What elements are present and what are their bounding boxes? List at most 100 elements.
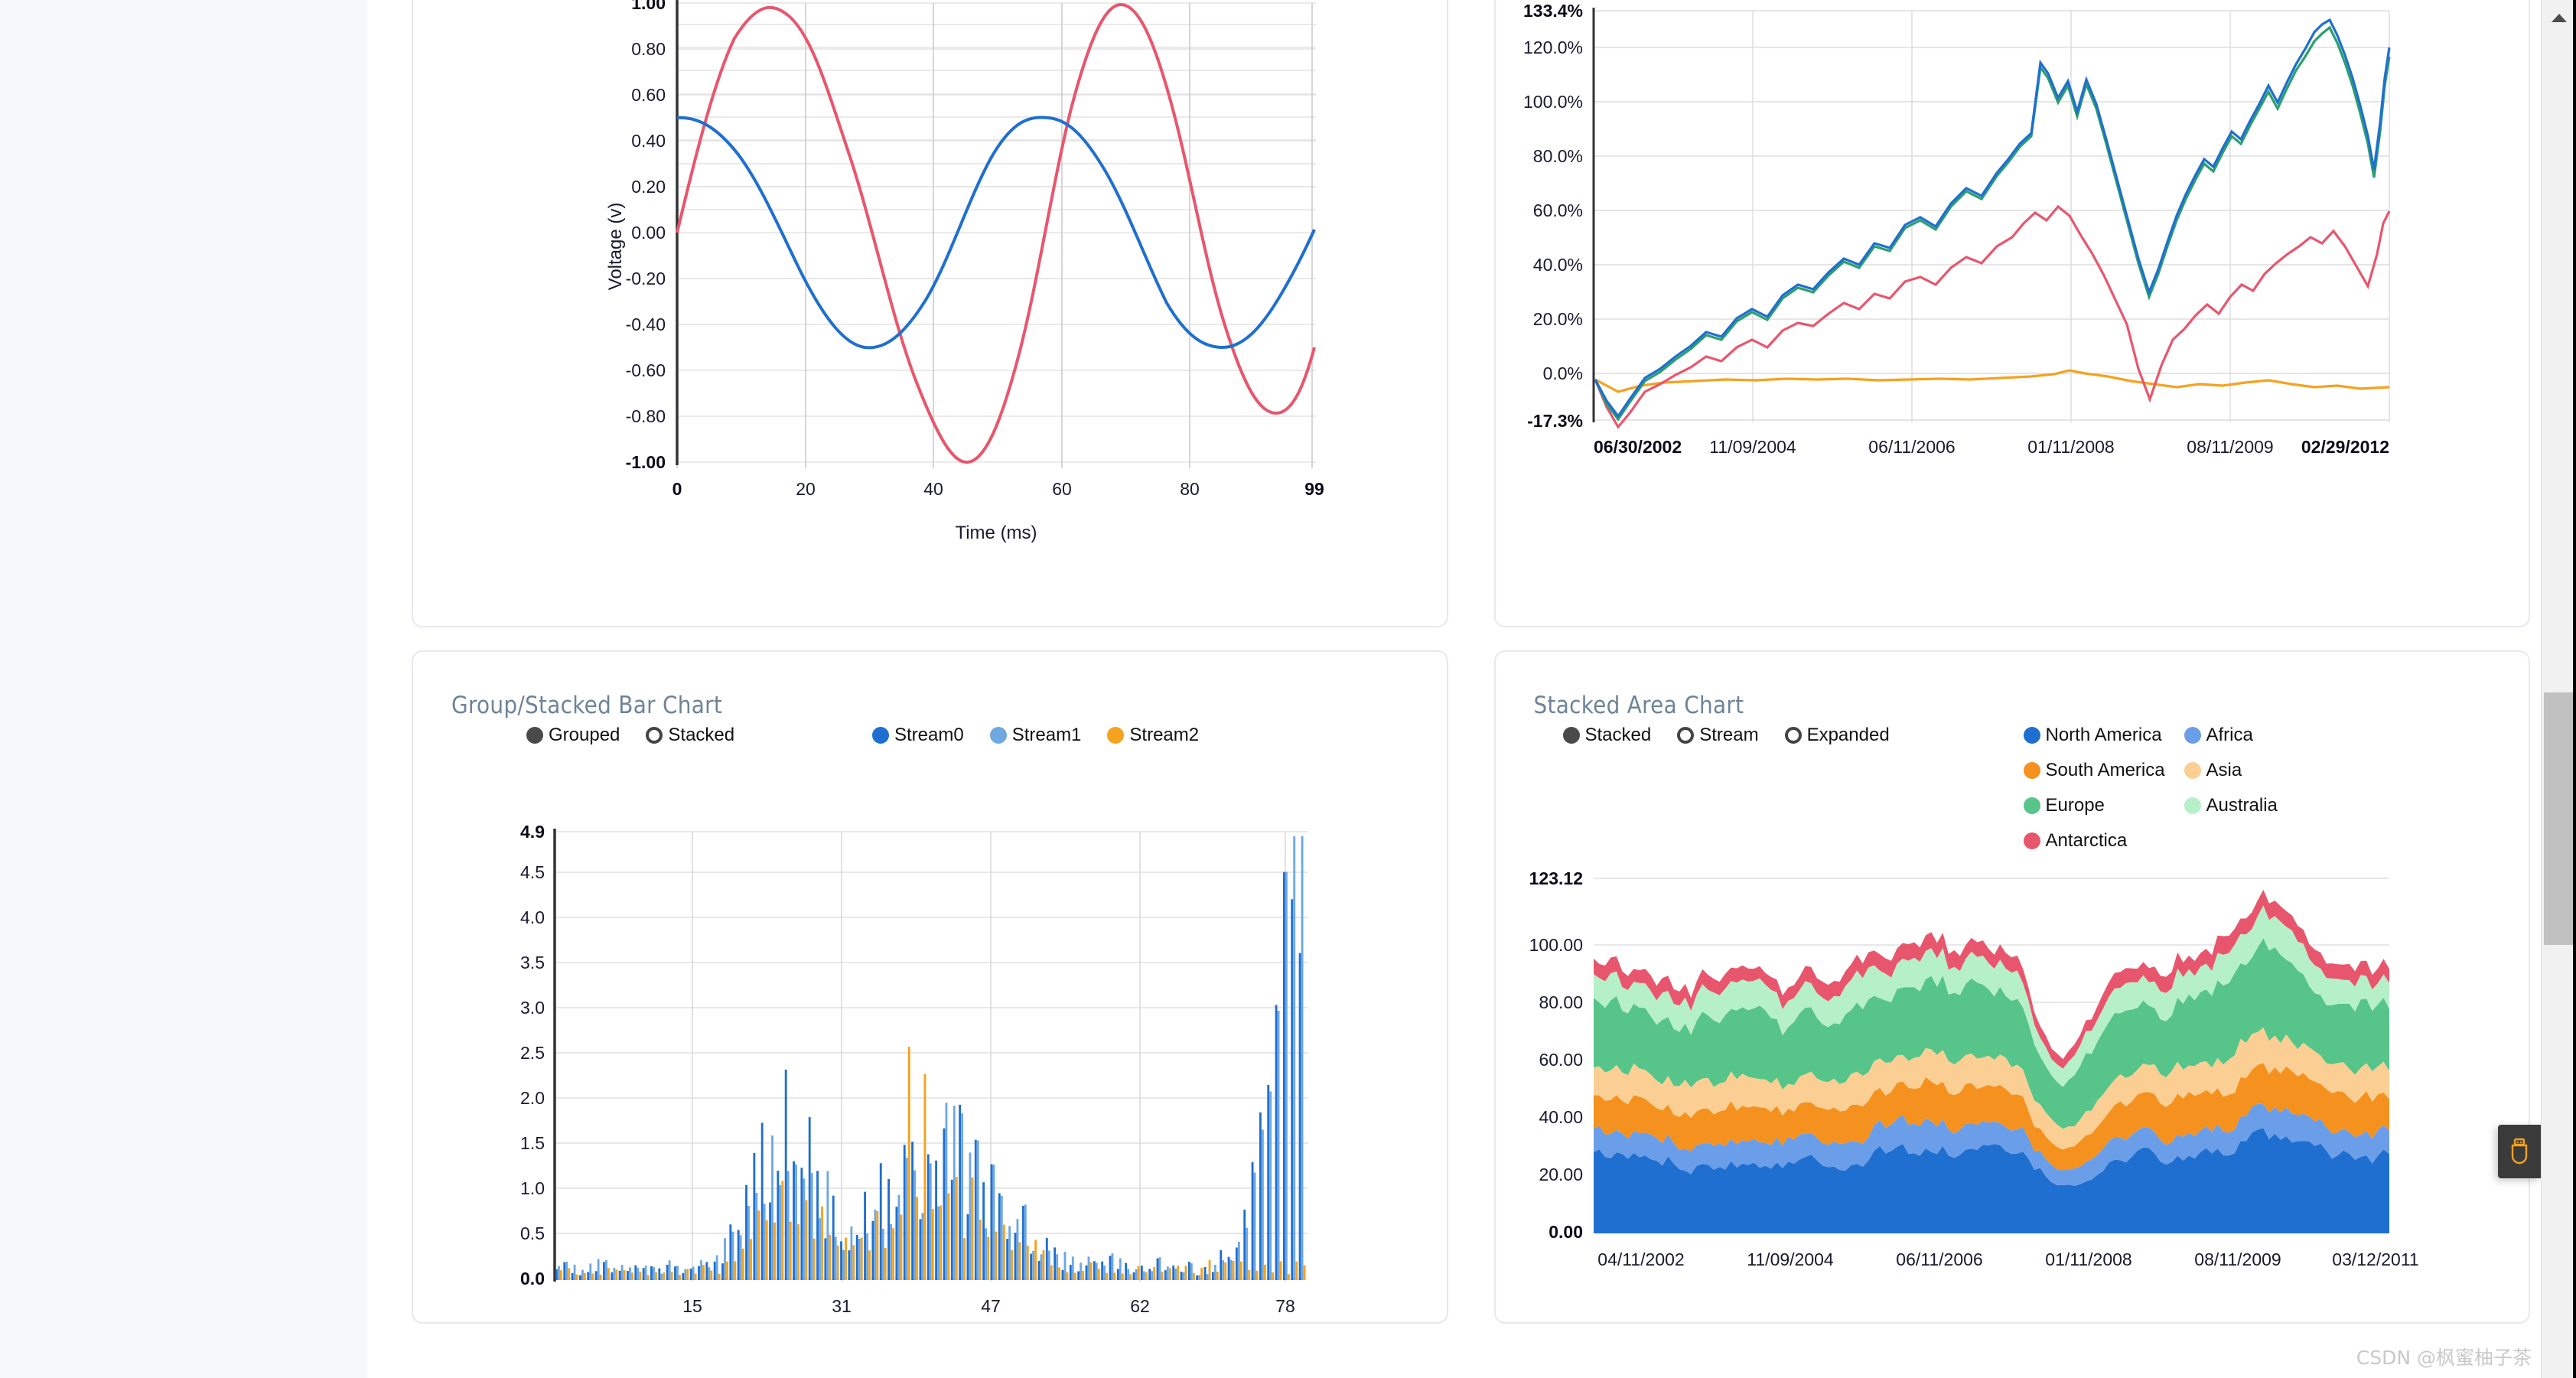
bar[interactable]	[1045, 1237, 1048, 1280]
bar[interactable]	[603, 1262, 605, 1280]
bar[interactable]	[644, 1266, 647, 1280]
legend-item-europe[interactable]: Europe	[2023, 795, 2158, 816]
legend-item-africa[interactable]: Africa	[2184, 725, 2278, 746]
bar[interactable]	[1279, 1261, 1282, 1280]
bar[interactable]	[623, 1270, 626, 1280]
legend-item-australia[interactable]: Australia	[2184, 795, 2278, 816]
bar[interactable]	[945, 1103, 948, 1280]
bar[interactable]	[864, 1191, 866, 1280]
bar[interactable]	[1293, 836, 1296, 1280]
bar[interactable]	[923, 1073, 927, 1280]
bar[interactable]	[931, 1208, 934, 1280]
bar[interactable]	[755, 1192, 758, 1280]
bar[interactable]	[1198, 1275, 1201, 1280]
bar[interactable]	[900, 1214, 903, 1280]
bar[interactable]	[987, 1236, 990, 1280]
bar[interactable]	[808, 1117, 811, 1280]
bar[interactable]	[1132, 1272, 1135, 1280]
bar[interactable]	[959, 1104, 962, 1280]
bar[interactable]	[1184, 1266, 1187, 1280]
bar[interactable]	[682, 1272, 685, 1280]
bar[interactable]	[650, 1266, 653, 1280]
bar[interactable]	[594, 1271, 598, 1280]
bar[interactable]	[629, 1267, 631, 1280]
bar[interactable]	[1211, 1272, 1214, 1281]
bar[interactable]	[584, 1272, 586, 1280]
bar[interactable]	[613, 1267, 616, 1280]
bar[interactable]	[1206, 1274, 1209, 1280]
bar[interactable]	[769, 1202, 771, 1281]
bar[interactable]	[579, 1275, 581, 1280]
bar[interactable]	[620, 1265, 624, 1280]
bar[interactable]	[1071, 1256, 1074, 1280]
bar[interactable]	[771, 1135, 773, 1280]
bar[interactable]	[871, 1220, 874, 1280]
bar[interactable]	[1054, 1247, 1057, 1280]
bar[interactable]	[705, 1262, 708, 1280]
bar[interactable]	[1047, 1250, 1050, 1280]
bar[interactable]	[1237, 1242, 1240, 1280]
bar[interactable]	[589, 1263, 592, 1280]
bar[interactable]	[855, 1234, 858, 1280]
bar[interactable]	[618, 1270, 621, 1280]
bar[interactable]	[757, 1210, 760, 1280]
bar[interactable]	[1127, 1269, 1130, 1280]
bar[interactable]	[800, 1168, 803, 1280]
bar[interactable]	[1187, 1262, 1190, 1280]
bar[interactable]	[950, 1179, 953, 1280]
control-stacked[interactable]: Stacked	[646, 725, 734, 746]
bar[interactable]	[821, 1206, 823, 1280]
bar[interactable]	[615, 1269, 618, 1280]
bar[interactable]	[1082, 1270, 1085, 1280]
legend-item-south-america[interactable]: South America	[2023, 760, 2165, 781]
bar[interactable]	[571, 1272, 574, 1280]
bar[interactable]	[753, 1153, 756, 1280]
bar[interactable]	[881, 1229, 884, 1280]
bar[interactable]	[1259, 1112, 1262, 1280]
bar[interactable]	[607, 1268, 610, 1280]
bar[interactable]	[1121, 1273, 1124, 1280]
bar[interactable]	[658, 1268, 661, 1280]
bar[interactable]	[1111, 1253, 1114, 1280]
bar[interactable]	[797, 1224, 800, 1280]
bar[interactable]	[786, 1171, 790, 1280]
bar[interactable]	[568, 1268, 571, 1280]
bar[interactable]	[1021, 1205, 1024, 1280]
bar[interactable]	[874, 1209, 877, 1280]
bar[interactable]	[850, 1226, 853, 1280]
scrollbar-up-arrow[interactable]	[2542, 6, 2576, 29]
bar[interactable]	[998, 1193, 1001, 1280]
bar[interactable]	[1011, 1249, 1014, 1280]
bar[interactable]	[955, 1177, 958, 1280]
bar[interactable]	[1216, 1272, 1219, 1280]
bar[interactable]	[639, 1272, 642, 1280]
bar[interactable]	[921, 1213, 924, 1280]
bar[interactable]	[793, 1161, 795, 1280]
bar[interactable]	[1153, 1267, 1156, 1280]
bar[interactable]	[1301, 836, 1304, 1280]
bar[interactable]	[1113, 1272, 1116, 1280]
bar[interactable]	[840, 1241, 842, 1280]
bar[interactable]	[779, 1184, 782, 1280]
bar[interactable]	[961, 1113, 964, 1280]
bar[interactable]	[1275, 1005, 1278, 1280]
bar[interactable]	[1164, 1270, 1167, 1280]
bar[interactable]	[1303, 1265, 1306, 1280]
bar[interactable]	[676, 1266, 679, 1280]
bar[interactable]	[1232, 1261, 1235, 1280]
bar[interactable]	[679, 1275, 681, 1280]
bar[interactable]	[702, 1265, 705, 1280]
bar[interactable]	[836, 1245, 839, 1280]
bar[interactable]	[979, 1220, 982, 1280]
bar[interactable]	[969, 1152, 972, 1280]
bar[interactable]	[1018, 1242, 1021, 1280]
bar[interactable]	[1287, 1274, 1290, 1280]
bar[interactable]	[591, 1273, 594, 1280]
bar[interactable]	[694, 1273, 697, 1280]
bar[interactable]	[684, 1269, 687, 1280]
bar[interactable]	[666, 1265, 669, 1280]
bar[interactable]	[1103, 1266, 1106, 1280]
bar[interactable]	[1180, 1271, 1183, 1280]
bar[interactable]	[905, 1158, 908, 1280]
legend-item-asia[interactable]: Asia	[2184, 760, 2278, 781]
